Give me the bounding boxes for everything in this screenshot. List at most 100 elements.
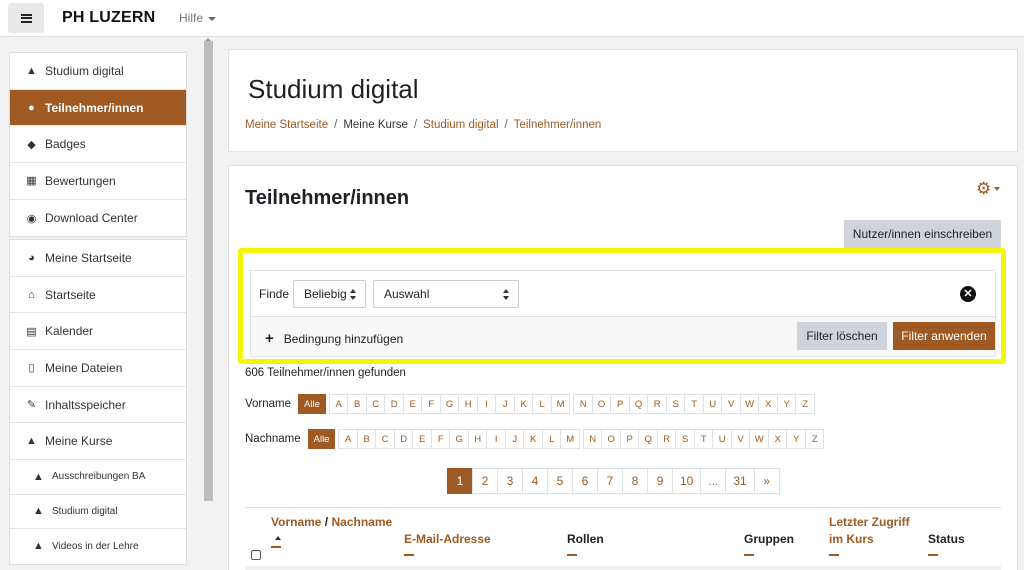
sort-lastname-link[interactable]: Nachname (331, 515, 392, 529)
initial-letter-button[interactable]: O (591, 394, 612, 414)
initial-letter-button[interactable]: K (523, 429, 543, 449)
page-button[interactable]: 4 (522, 468, 548, 494)
breadcrumb-item[interactable]: Studium digital (423, 119, 498, 131)
initial-letter-button[interactable]: G (439, 394, 460, 414)
initial-letter-button[interactable]: K (513, 394, 534, 414)
initial-letter-button[interactable]: T (693, 429, 714, 449)
initial-letter-button[interactable]: J (495, 394, 515, 414)
initial-letter-button[interactable]: B (347, 394, 367, 414)
initial-letter-button[interactable]: C (365, 394, 386, 414)
initial-letter-button[interactable]: D (384, 394, 404, 414)
initial-letter-button[interactable]: U (702, 394, 723, 414)
sort-email-link[interactable]: E-Mail-Adresse (404, 532, 491, 546)
initial-letter-button[interactable]: Q (638, 429, 658, 449)
menu-toggle-button[interactable] (8, 3, 44, 33)
sidebar-item-videos-in-der-lehre[interactable]: ▲ Videos in der Lehre (10, 529, 186, 564)
sidebar-item-teilnehmer-innen[interactable]: ● Teilnehmer/innen (10, 89, 186, 127)
initial-letter-button[interactable]: P (610, 394, 630, 414)
initial-letter-button[interactable]: A (338, 429, 358, 449)
page-button[interactable]: 5 (547, 468, 573, 494)
page-button[interactable]: 1 (447, 468, 473, 494)
breadcrumb-item[interactable]: Teilnehmer/innen (514, 119, 602, 131)
apply-filters-button[interactable]: Filter anwenden (893, 322, 995, 350)
initial-letter-button[interactable]: B (356, 429, 377, 449)
sidebar-item-inhaltsspeicher[interactable]: ✎ Inhaltsspeicher (10, 387, 186, 424)
clear-filters-button[interactable]: Filter löschen (797, 322, 887, 350)
initial-letter-button[interactable]: N (573, 394, 593, 414)
column-toggle-icon[interactable] (271, 546, 281, 548)
initial-letter-button[interactable]: I (476, 394, 497, 414)
sidebar-item-download-center[interactable]: ◉ Download Center (10, 200, 186, 237)
initial-letter-button[interactable]: S (665, 394, 686, 414)
filter-type-select[interactable]: Auswahl (373, 280, 519, 308)
sort-firstname-link[interactable]: Vorname (271, 515, 321, 529)
sidebar-item-startseite[interactable]: ⌂ Startseite (10, 277, 186, 314)
initial-letter-button[interactable]: M (550, 394, 571, 414)
initial-letter-button[interactable]: S (675, 429, 695, 449)
column-toggle-icon[interactable] (404, 554, 414, 556)
initial-letter-button[interactable]: W (739, 394, 760, 414)
initial-letter-button[interactable]: M (560, 429, 580, 449)
select-all-checkbox[interactable] (251, 550, 261, 560)
settings-menu[interactable]: ⚙ (976, 179, 1006, 199)
sidebar-item-meine-kurse[interactable]: ▲ Meine Kurse (10, 423, 186, 461)
initial-letter-button[interactable]: D (393, 429, 414, 449)
initial-letter-button[interactable]: G (449, 429, 469, 449)
initial-letter-button[interactable]: U (712, 429, 732, 449)
sidebar-item-meine-startseite[interactable]: ◕ Meine Startseite (10, 240, 186, 277)
match-select[interactable]: Beliebig (293, 280, 366, 308)
initial-letter-button[interactable]: E (402, 394, 423, 414)
initial-letter-button[interactable]: E (412, 429, 432, 449)
sidebar-item-meine-dateien[interactable]: ▯ Meine Dateien (10, 350, 186, 387)
initial-letter-button[interactable]: J (504, 429, 525, 449)
initial-letter-button[interactable]: Y (786, 429, 806, 449)
initial-letter-button[interactable]: F (430, 429, 451, 449)
sidebar-item-ausschreibungen-ba[interactable]: ▲ Ausschreibungen BA (10, 460, 186, 495)
sidebar-scrollbar[interactable] (204, 41, 213, 501)
column-toggle-icon[interactable] (567, 554, 577, 556)
sidebar-item-studium-digital[interactable]: ▲ Studium digital (10, 53, 186, 90)
next-page-button[interactable]: » (753, 468, 780, 494)
sort-last-access-link[interactable]: Letzter Zugriff im Kurs (829, 515, 910, 546)
page-button[interactable]: 10 (672, 468, 702, 494)
initial-letter-button[interactable]: L (532, 394, 552, 414)
sidebar-item-kalender[interactable]: ▤ Kalender (10, 313, 186, 351)
remove-condition-icon[interactable]: ✕ (960, 286, 976, 302)
initial-letter-button[interactable]: P (619, 429, 640, 449)
initial-letter-button[interactable]: A (328, 394, 349, 414)
page-button[interactable]: 3 (497, 468, 523, 494)
sidebar-item-bewertungen[interactable]: ▦ Bewertungen (10, 163, 186, 200)
initial-letter-button[interactable]: L (541, 429, 562, 449)
initial-letter-button[interactable]: H (458, 394, 478, 414)
initial-letter-button[interactable]: X (767, 429, 788, 449)
column-toggle-icon[interactable] (829, 554, 839, 556)
page-button[interactable]: 2 (472, 468, 498, 494)
sidebar-item-badges[interactable]: ◆ Badges (10, 126, 186, 164)
page-button[interactable]: 8 (622, 468, 648, 494)
initial-letter-button[interactable]: V (730, 429, 751, 449)
page-button[interactable]: 6 (572, 468, 598, 494)
initial-all-button[interactable]: Alle (307, 429, 336, 449)
initial-letter-button[interactable]: Z (795, 394, 815, 414)
initial-letter-button[interactable]: R (647, 394, 667, 414)
initial-letter-button[interactable]: N (582, 429, 603, 449)
initial-letter-button[interactable]: H (467, 429, 488, 449)
initial-letter-button[interactable]: C (375, 429, 395, 449)
initial-letter-button[interactable]: O (601, 429, 621, 449)
initial-letter-button[interactable]: R (656, 429, 677, 449)
enrol-users-button[interactable]: Nutzer/innen einschreiben (844, 220, 1001, 248)
initial-letter-button[interactable]: X (758, 394, 778, 414)
help-menu[interactable]: Hilfe (179, 11, 217, 25)
initial-letter-button[interactable]: F (421, 394, 441, 414)
initial-letter-button[interactable]: I (486, 429, 506, 449)
initial-letter-button[interactable]: Z (804, 429, 825, 449)
sidebar-item-studium-digital[interactable]: ▲ Studium digital (10, 495, 186, 530)
initial-letter-button[interactable]: W (749, 429, 769, 449)
initial-all-button[interactable]: Alle (298, 394, 326, 414)
column-toggle-icon[interactable] (928, 554, 938, 556)
add-condition-button[interactable]: + Bedingung hinzufügen (265, 330, 403, 347)
site-logo[interactable]: PH LUZERN (62, 9, 155, 27)
column-toggle-icon[interactable] (744, 554, 754, 556)
initial-letter-button[interactable]: Y (776, 394, 797, 414)
initial-letter-button[interactable]: V (721, 394, 741, 414)
